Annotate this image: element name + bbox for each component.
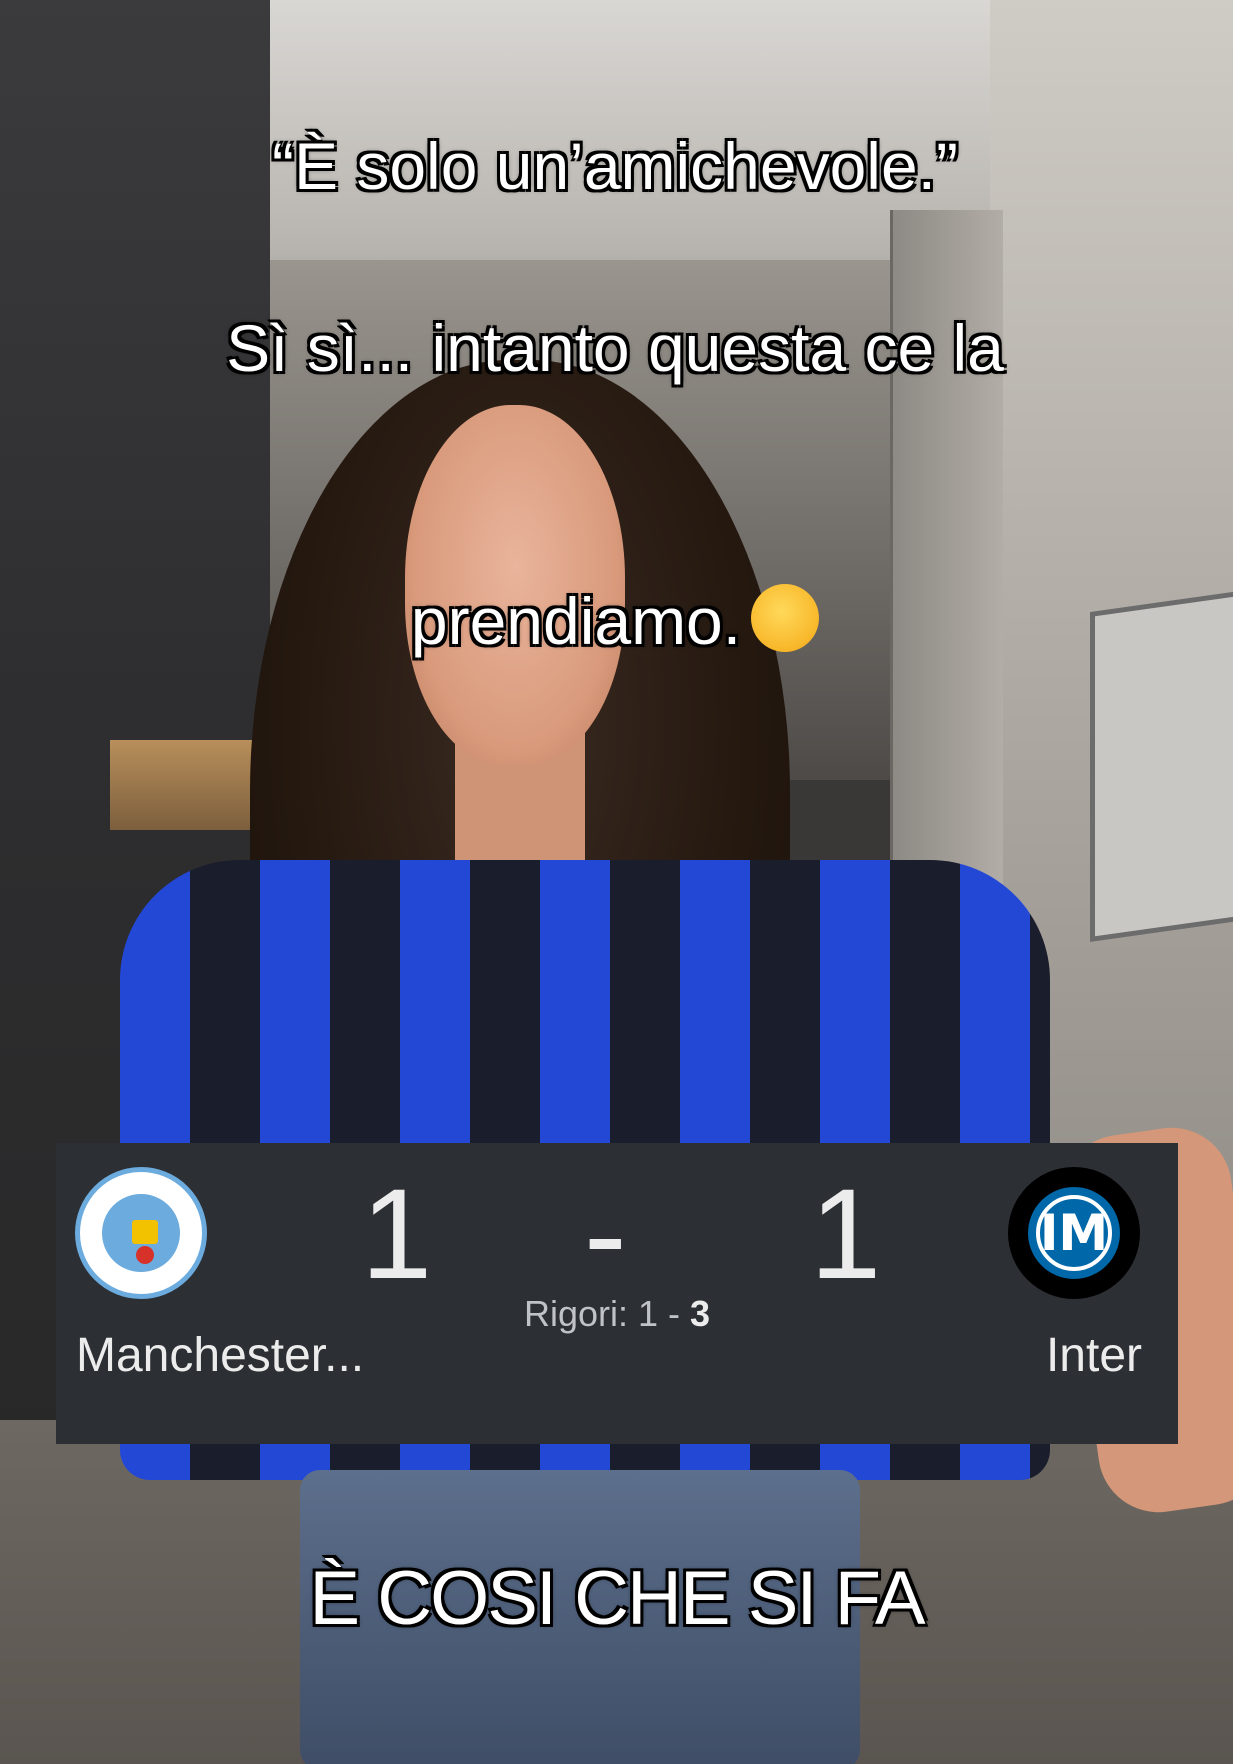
- manchester-city-crest-icon: [75, 1167, 207, 1299]
- caption-line-2: Sì sì... intanto questa ce la: [226, 311, 1004, 385]
- penalties-away: 3: [690, 1293, 711, 1334]
- caption-top: “È solo un’amichevole.” Sì sì... intanto…: [90, 30, 1140, 758]
- caption-bottom: È COSI CHE SI FA: [309, 1556, 925, 1641]
- caption-line-3-text: prendiamo.: [410, 584, 742, 658]
- penalties-label: Rigori:: [523, 1293, 638, 1334]
- inter-crest-icon: IM: [1008, 1167, 1140, 1299]
- relieved-face-emoji-icon: [751, 584, 820, 652]
- home-team-name: Manchester...: [76, 1329, 365, 1382]
- score-separator: -: [584, 1163, 627, 1306]
- penalties-home: 1: [637, 1293, 659, 1334]
- away-score: 1: [810, 1163, 882, 1306]
- caption-line-3: prendiamo.: [90, 485, 1140, 667]
- score-card[interactable]: 1 - 1 IM Rigori: 1 - 3 Manchester... Int…: [56, 1143, 1178, 1444]
- penalties-separator: -: [658, 1293, 691, 1334]
- caption-line-1: “È solo un’amichevole.”: [272, 129, 958, 203]
- away-team-name: Inter: [1045, 1329, 1142, 1382]
- home-score: 1: [361, 1163, 433, 1306]
